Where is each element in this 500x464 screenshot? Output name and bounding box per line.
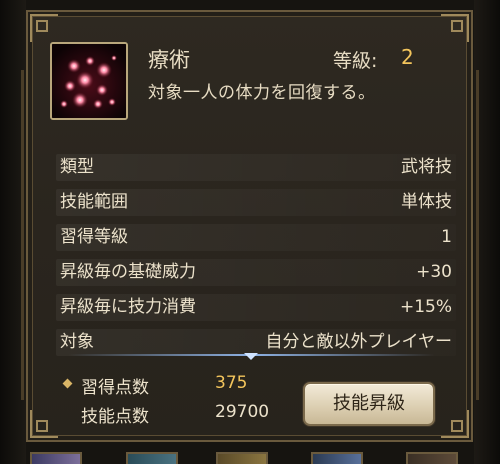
stat-value: 1	[441, 227, 452, 247]
stat-label: 昇級毎の基礎威力	[60, 262, 196, 282]
skill-upgrade-button[interactable]: 技能昇級	[303, 382, 435, 426]
chevron-down-icon	[244, 353, 258, 360]
corner-ornament-top-left	[30, 14, 58, 42]
stat-label: 昇級毎に技力消費	[60, 297, 196, 317]
right-frame-edge	[476, 70, 479, 400]
skill-slot[interactable]	[216, 452, 268, 464]
skill-slot[interactable]	[406, 452, 458, 464]
corner-ornament-bottom-left	[30, 410, 58, 438]
diamond-bullet-icon	[62, 378, 73, 389]
stat-value: +30	[416, 262, 452, 282]
stat-value: 武将技	[401, 157, 452, 177]
skill-detail-panel: 療術 等級: 2 対象一人の体力を回復する。 類型 武将技 技能範囲 単体技 習…	[26, 10, 473, 442]
skill-description: 対象一人の体力を回復する。	[148, 83, 376, 103]
skill-slot[interactable]	[30, 452, 82, 464]
skill-slot-strip	[26, 452, 473, 464]
stat-label: 技能範囲	[60, 192, 128, 212]
stat-value: 単体技	[401, 192, 452, 212]
background-left	[0, 0, 26, 464]
skill-slot[interactable]	[126, 452, 178, 464]
skill-points-label: 技能点数	[81, 407, 149, 427]
stat-label: 習得等級	[60, 227, 128, 247]
skill-stats-list: 類型 武将技 技能範囲 単体技 習得等級 1 昇級毎の基礎威力 +30 昇級毎に…	[56, 150, 456, 360]
stat-row-range: 技能範囲 単体技	[56, 185, 456, 220]
skill-points-value: 29700	[215, 402, 270, 422]
stat-row-cost: 昇級毎に技力消費 +15%	[56, 290, 456, 325]
corner-ornament-top-right	[441, 14, 469, 42]
skill-slot[interactable]	[311, 452, 363, 464]
red-sparkles-icon	[50, 42, 128, 120]
background-right	[474, 0, 500, 464]
stat-row-learn-level: 習得等級 1	[56, 220, 456, 255]
stat-row-type: 類型 武将技	[56, 150, 456, 185]
left-frame-edge	[21, 70, 24, 400]
level-value: 2	[401, 45, 414, 69]
stat-value: +15%	[399, 297, 452, 317]
level-label: 等級:	[333, 50, 378, 72]
stat-label: 類型	[60, 157, 94, 177]
acquire-points-label: 習得点数	[81, 378, 149, 398]
stat-row-base-power: 昇級毎の基礎威力 +30	[56, 255, 456, 290]
acquire-points-value: 375	[215, 373, 248, 393]
corner-ornament-bottom-right	[441, 410, 469, 438]
skill-name: 療術	[148, 48, 190, 72]
